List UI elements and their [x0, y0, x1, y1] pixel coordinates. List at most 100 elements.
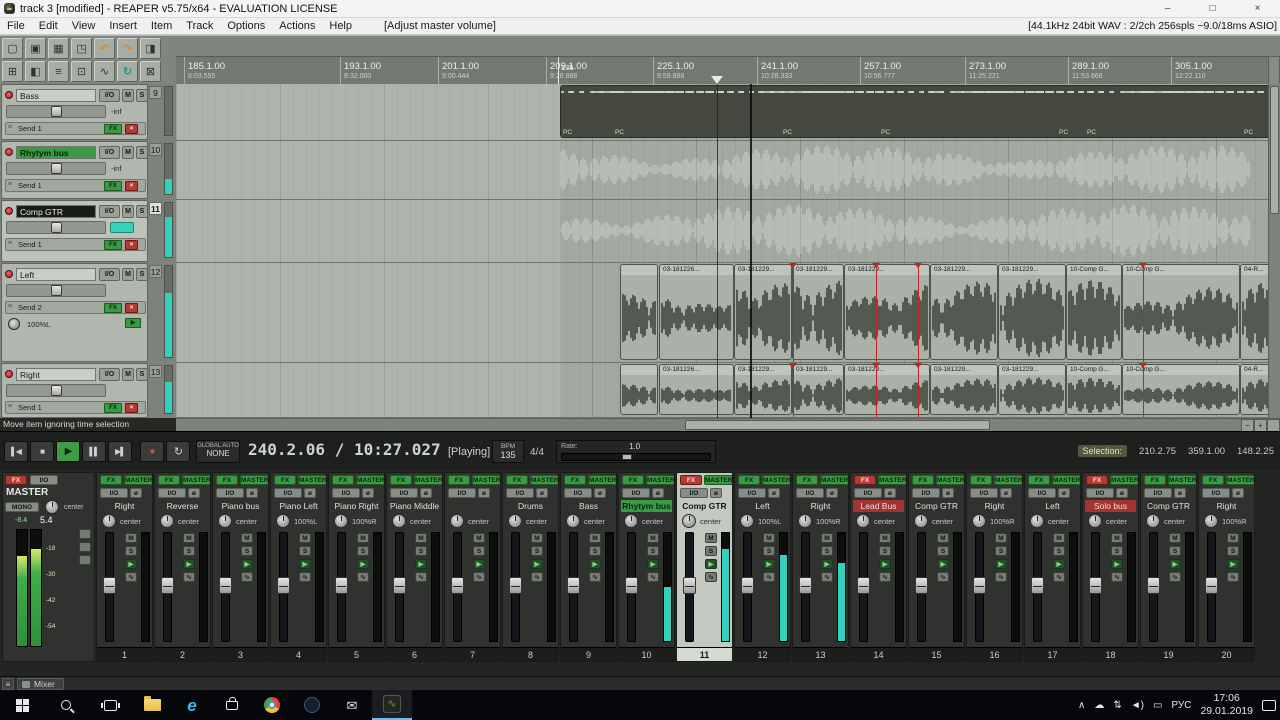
ruler-tick[interactable]: 185.1.00 8:03.555 [184, 57, 225, 84]
fx-button[interactable]: FX [1028, 475, 1050, 485]
pan-knob[interactable] [508, 514, 522, 528]
send-grip[interactable]: ≡ [8, 181, 12, 188]
phase-button[interactable]: ø [1000, 488, 1012, 498]
snap-icon[interactable]: ◧ [25, 61, 46, 82]
mixer-strip[interactable]: FX MASTER I/O ø Comp GTR center M S ▶ ∿ 19 [1140, 472, 1197, 662]
env-button[interactable]: ∿ [937, 572, 949, 582]
fader-thumb[interactable] [1205, 577, 1218, 594]
fx-button[interactable]: FX [390, 475, 412, 485]
master-send-button[interactable]: MASTER [414, 475, 442, 485]
track-panel[interactable]: Comp GTR I/O M S ≡ Send 1 FX × [1, 200, 148, 262]
env-button[interactable]: ∿ [1227, 572, 1239, 582]
pan-knob[interactable] [8, 318, 20, 330]
env-button[interactable]: ∿ [705, 572, 717, 582]
monitor-button[interactable]: ▶ [937, 559, 949, 569]
master-send-button[interactable]: MASTER [646, 475, 674, 485]
volume-fader[interactable] [1089, 532, 1102, 642]
fader-thumb[interactable] [103, 577, 116, 594]
env-button[interactable]: ∿ [589, 572, 601, 582]
ruler-tick[interactable]: 225.1.00 9:59.888 [653, 57, 694, 84]
menu-track[interactable]: Track [179, 20, 220, 32]
mixer-track-name[interactable]: Rhytym bus [621, 500, 672, 512]
fader-thumb[interactable] [509, 577, 522, 594]
solo-button[interactable]: S [415, 546, 427, 556]
mixer-strip[interactable]: FX MASTER I/O ø Left 100%L M S ▶ ∿ 12 [734, 472, 791, 662]
stretch-marker[interactable] [914, 363, 922, 417]
master-send-button[interactable]: MASTER [182, 475, 210, 485]
master-send-button[interactable]: MASTER [530, 475, 558, 485]
mute-button[interactable]: M [1169, 533, 1181, 543]
mixer-strip[interactable]: FX MASTER I/O ø Right center M S ▶ ∿ 1 [96, 472, 153, 662]
save-project-icon[interactable]: ▦ [48, 38, 69, 59]
mute-button[interactable]: M [937, 533, 949, 543]
solo-button[interactable]: S [1111, 546, 1123, 556]
channel-number[interactable]: 4 [271, 647, 326, 661]
fader-thumb[interactable] [51, 385, 62, 396]
channel-number[interactable]: 1 [97, 647, 152, 661]
reaper-taskbar-icon[interactable]: ∿ [372, 690, 412, 720]
audio-item[interactable]: 03-181229... [998, 264, 1066, 360]
track-name[interactable]: Comp GTR [16, 205, 96, 218]
transport-goto-start-button[interactable]: ▌◀ [4, 441, 28, 462]
tempo-marker[interactable]: 135 [558, 57, 574, 84]
track-number[interactable]: 11 [149, 202, 162, 215]
track-panel[interactable]: Rhytym bus I/O M S -inf ≡ Send 1 FX × [1, 141, 148, 199]
solo-button[interactable]: S [125, 546, 137, 556]
audio-item[interactable]: 03-181229... [792, 364, 844, 415]
fader-thumb[interactable] [799, 577, 812, 594]
fx-button[interactable]: FX [100, 475, 122, 485]
audio-item[interactable]: 04-R... [1240, 264, 1268, 360]
transport-repeat-button[interactable]: ↻ [166, 441, 190, 462]
docker-menu-button[interactable]: ≡ [2, 678, 14, 690]
track-name[interactable]: Bass [16, 89, 96, 102]
pan-knob[interactable] [392, 514, 406, 528]
lock-icon[interactable]: ⊠ [140, 61, 161, 82]
track-number[interactable]: 13 [149, 365, 162, 378]
phase-button[interactable]: ø [710, 488, 722, 498]
stretch-marker[interactable] [872, 263, 880, 362]
volume-fader[interactable] [219, 532, 232, 642]
fx-button[interactable]: FX [854, 475, 876, 485]
io-button[interactable]: I/O [332, 488, 360, 498]
mute-button[interactable]: M [415, 533, 427, 543]
automation-mode-box[interactable]: GLOBAL AUTO NONE [196, 440, 240, 463]
send-grip[interactable]: ≡ [8, 124, 12, 131]
send-fx-button[interactable]: FX [104, 124, 122, 134]
monitor-button[interactable]: ▶ [125, 559, 137, 569]
volume-fader[interactable] [1031, 532, 1044, 642]
master-send-button[interactable]: MASTER [994, 475, 1022, 485]
io-button[interactable]: I/O [99, 146, 120, 159]
rate-slider-thumb[interactable] [622, 454, 632, 460]
master-send-button[interactable]: MASTER [878, 475, 906, 485]
monitor-button[interactable]: ▶ [879, 559, 891, 569]
track-panel[interactable]: Bass I/O M S -inf ≡ Send 1 FX × [1, 84, 148, 140]
phase-button[interactable]: ø [768, 488, 780, 498]
master-option-button[interactable] [79, 555, 91, 565]
volume-fader[interactable] [857, 532, 870, 642]
bpm-box[interactable]: BPM 135 [492, 440, 524, 463]
mixer-track-name[interactable]: Right [1201, 500, 1252, 512]
volume-fader[interactable] [683, 532, 696, 642]
fader-thumb[interactable] [219, 577, 232, 594]
io-button[interactable]: I/O [216, 488, 244, 498]
volume-fader[interactable] [1147, 532, 1160, 642]
channel-number[interactable]: 18 [1083, 647, 1138, 661]
track-name[interactable]: Right [16, 368, 96, 381]
send-grip[interactable]: ≡ [8, 303, 12, 310]
mixer-track-name[interactable]: Right [99, 500, 150, 512]
fader-thumb[interactable] [567, 577, 580, 594]
volume-fader[interactable] [1205, 532, 1218, 642]
open-project-icon[interactable]: ▣ [25, 38, 46, 59]
new-project-icon[interactable]: ▢ [2, 38, 23, 59]
fx-button[interactable]: FX [506, 475, 528, 485]
search-button[interactable] [44, 690, 88, 720]
track-lane[interactable]: PC PC PC PC PC PC PC [176, 84, 1268, 141]
env-button[interactable]: ∿ [879, 572, 891, 582]
monitor-button[interactable]: ▶ [995, 559, 1007, 569]
ruler-tick[interactable]: 193.1.00 8:32.000 [340, 57, 381, 84]
store-icon[interactable] [212, 690, 252, 720]
env-button[interactable]: ∿ [1053, 572, 1065, 582]
volume-fader[interactable] [6, 105, 106, 118]
monitor-button[interactable]: ▶ [589, 559, 601, 569]
task-view-button[interactable] [88, 690, 132, 720]
